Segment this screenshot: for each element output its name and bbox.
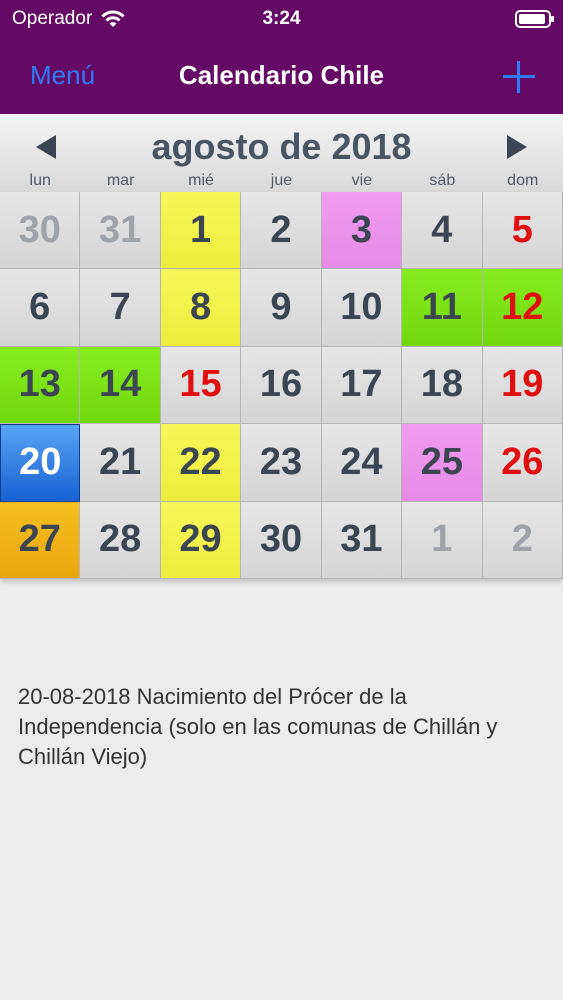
calendar-day[interactable]: 4 — [402, 192, 483, 270]
calendar-day[interactable]: 14 — [80, 346, 161, 425]
status-time: 3:24 — [262, 8, 301, 29]
calendar-day[interactable]: 29 — [160, 501, 242, 579]
add-icon[interactable] — [501, 59, 537, 95]
calendar-day[interactable]: 25 — [402, 424, 483, 502]
calendar-day[interactable]: 5 — [482, 192, 563, 270]
page-title: Calendario Chile — [178, 60, 385, 90]
navigation-bar: Menú Calendario Chile — [0, 40, 563, 115]
weekday-label: lun — [29, 172, 51, 189]
weekday-label: mié — [188, 172, 214, 189]
battery-icon — [515, 10, 554, 28]
holiday-description: 20-08-2018 Nacimiento del Prócer de la I… — [18, 684, 498, 769]
calendar-header: agosto de 2018 lun mar mié jue vie sáb d… — [0, 114, 563, 192]
calendar-day[interactable]: 3 — [321, 192, 403, 270]
calendar-day[interactable]: 17 — [321, 346, 403, 425]
calendar-day[interactable]: 30 — [0, 192, 81, 270]
calendar-day[interactable]: 10 — [321, 269, 403, 347]
calendar-day[interactable]: 26 — [482, 424, 563, 502]
weekday-labels: lun mar mié jue vie sáb dom — [0, 172, 563, 190]
calendar-day[interactable]: 2 — [241, 192, 322, 270]
calendar-day[interactable]: 7 — [80, 269, 161, 347]
calendar-day[interactable]: 2 — [482, 501, 563, 579]
calendar-day[interactable]: 24 — [321, 424, 403, 502]
calendar-day[interactable]: 31 — [321, 501, 403, 579]
calendar-day[interactable]: 16 — [241, 346, 322, 425]
calendar-day[interactable]: 19 — [482, 346, 563, 425]
calendar-day[interactable]: 1 — [402, 501, 483, 579]
calendar-day-selected[interactable]: 20 — [0, 424, 81, 502]
calendar-day[interactable]: 9 — [241, 269, 322, 347]
calendar-day[interactable]: 27 — [0, 501, 81, 579]
calendar-day[interactable]: 15 — [160, 346, 242, 425]
calendar-day[interactable]: 23 — [241, 424, 322, 502]
calendar-day[interactable]: 31 — [80, 192, 161, 270]
calendar-day[interactable]: 12 — [482, 269, 563, 347]
month-title: agosto de 2018 — [151, 126, 412, 167]
calendar-day[interactable]: 6 — [0, 269, 81, 347]
next-month-icon[interactable] — [507, 135, 527, 159]
weekday-label: jue — [270, 172, 293, 189]
status-bar: Operador 3:24 — [0, 0, 563, 40]
weekday-label: dom — [507, 172, 539, 189]
calendar-day[interactable]: 18 — [402, 346, 483, 425]
calendar-day[interactable]: 11 — [402, 269, 483, 347]
calendar-day[interactable]: 22 — [160, 424, 242, 502]
calendar-day[interactable]: 1 — [160, 192, 242, 270]
weekday-label: vie — [351, 172, 373, 189]
calendar-day[interactable]: 28 — [80, 501, 161, 579]
weekday-label: sáb — [429, 172, 456, 189]
calendar-grid: 30 31 1 2 3 4 5 6 7 8 9 10 11 12 13 14 1… — [0, 192, 563, 579]
calendar-day[interactable]: 30 — [241, 501, 322, 579]
weekday-label: mar — [106, 172, 135, 189]
calendar-day[interactable]: 8 — [160, 269, 242, 347]
calendar-day[interactable]: 13 — [0, 346, 81, 425]
calendar-day[interactable]: 21 — [80, 424, 161, 502]
